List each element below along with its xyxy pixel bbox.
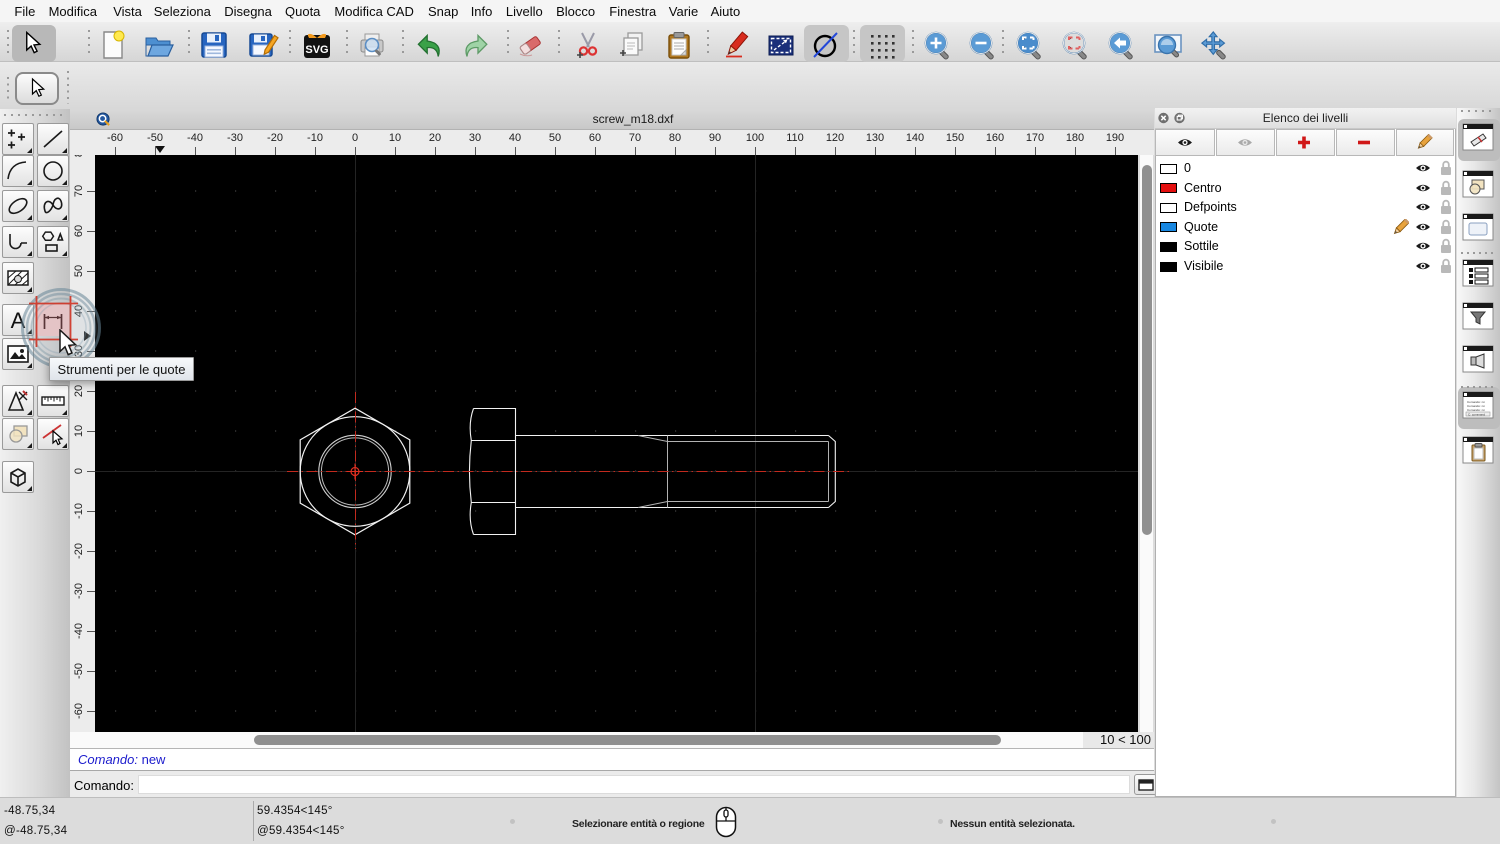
- svg-text:C: command: C: command: [1468, 413, 1485, 417]
- svg-text:SVG: SVG: [305, 44, 328, 56]
- svg-text:Comando: nn: Comando: nn: [1467, 408, 1485, 412]
